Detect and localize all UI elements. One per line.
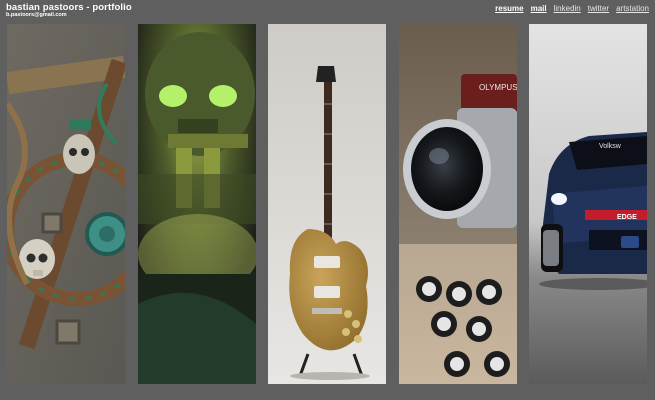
portfolio-panel-camera[interactable]: OLYMPUS xyxy=(399,24,517,384)
rally-car-image: Volksw EDGE xyxy=(529,24,647,384)
portfolio-panel-guitar[interactable] xyxy=(268,24,386,384)
ship-wheel-image xyxy=(7,24,125,384)
camera-brand-text: OLYMPUS xyxy=(479,83,517,92)
nav-link-mail[interactable]: mail xyxy=(531,4,547,13)
nav-link-artstation[interactable]: artstation xyxy=(616,4,649,13)
guitar-image xyxy=(268,24,386,384)
nav-link-resume[interactable]: resume xyxy=(495,4,523,13)
nav-link-linkedin[interactable]: linkedin xyxy=(554,4,581,13)
car-sponsor-text: EDGE xyxy=(617,214,637,221)
car-brand-text: Volksw xyxy=(599,143,622,150)
portfolio-panel-rally-car[interactable]: Volksw EDGE xyxy=(529,24,647,384)
top-nav: resume mail linkedin twitter artstation xyxy=(495,4,649,13)
camera-image: OLYMPUS xyxy=(399,24,517,384)
portfolio-panel-glowing-skull[interactable] xyxy=(138,24,256,384)
site-header: bastian pastoors - portfolio b.pastoors@… xyxy=(0,0,655,22)
contact-email[interactable]: b.pastoors@gmail.com xyxy=(6,12,67,18)
nav-link-twitter[interactable]: twitter xyxy=(588,4,609,13)
glowing-skull-image xyxy=(138,24,256,384)
portfolio-panel-ship-wheel[interactable] xyxy=(7,24,125,384)
